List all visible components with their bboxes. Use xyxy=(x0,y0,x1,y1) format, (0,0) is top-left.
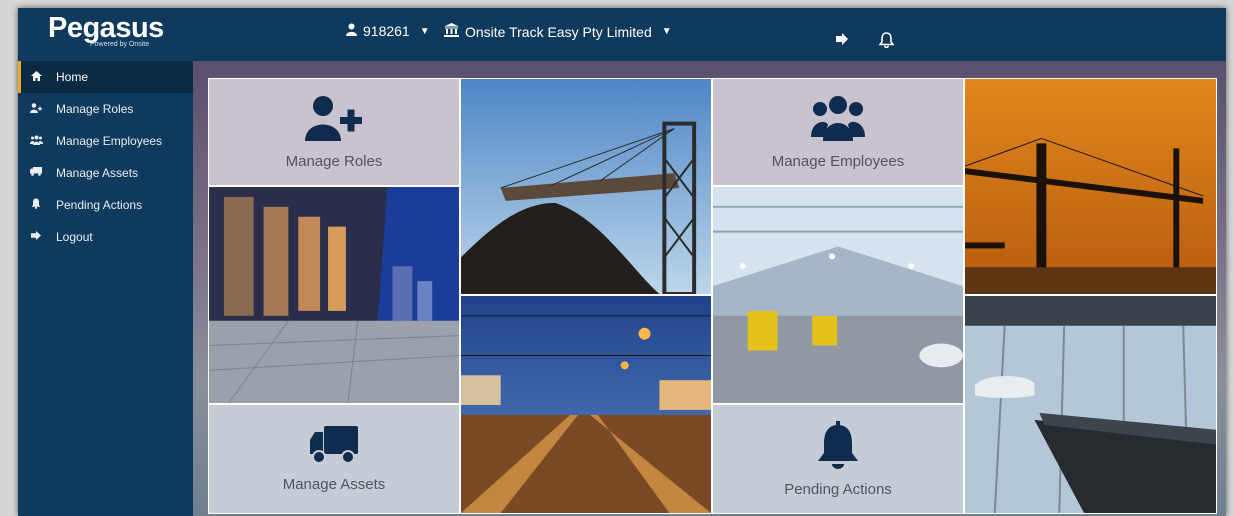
brand-tagline: Powered by Onsite xyxy=(90,41,150,48)
bell-icon xyxy=(30,198,42,212)
top-bar: Pegasus Powered by Onsite 918261 ▼ Onsit… xyxy=(18,8,1226,61)
user-menu[interactable]: 918261 ▼ xyxy=(346,23,430,39)
office-building-photo xyxy=(208,186,460,404)
users-icon xyxy=(30,135,43,148)
manage-employees-tile[interactable]: Manage Employees xyxy=(712,78,964,186)
sidebar: Home Manage Roles Manage Employees Manag… xyxy=(18,61,193,516)
bell-icon xyxy=(816,420,860,473)
truck-icon xyxy=(30,167,42,179)
user-id: 918261 xyxy=(363,23,410,39)
app-window: Pegasus Powered by Onsite 918261 ▼ Onsit… xyxy=(18,8,1226,516)
tile-label: Manage Employees xyxy=(771,152,905,170)
sidebar-item-label: Home xyxy=(56,70,89,84)
sidebar-item-pending-actions[interactable]: Pending Actions xyxy=(18,189,193,221)
tile-label: Manage Assets xyxy=(282,475,386,493)
sidebar-item-manage-employees[interactable]: Manage Employees xyxy=(18,125,193,157)
sidebar-item-label: Manage Assets xyxy=(56,166,139,180)
dashboard-area: Manage Roles Manage Employees Manage Ass… xyxy=(193,61,1226,516)
railway-photo xyxy=(460,295,712,514)
manage-roles-tile[interactable]: Manage Roles xyxy=(208,78,460,186)
sign-out-icon xyxy=(30,231,42,243)
organization-menu[interactable]: Onsite Track Easy Pty Limited ▼ xyxy=(444,23,672,40)
tile-label: Pending Actions xyxy=(784,480,892,498)
truck-icon xyxy=(310,425,358,468)
conveyor-photo xyxy=(460,78,712,295)
tile-label: Manage Roles xyxy=(285,152,383,170)
sign-out-icon[interactable] xyxy=(836,32,850,50)
warehouse-photo xyxy=(712,186,964,404)
sidebar-item-label: Manage Roles xyxy=(56,102,134,116)
cranes-photo xyxy=(964,78,1217,295)
bell-icon[interactable] xyxy=(878,32,895,53)
sidebar-item-label: Manage Employees xyxy=(56,134,163,148)
chevron-down-icon: ▼ xyxy=(661,26,672,37)
user-icon xyxy=(346,23,357,39)
sidebar-item-logout[interactable]: Logout xyxy=(18,221,193,253)
chevron-down-icon: ▼ xyxy=(419,25,430,37)
organization-name: Onsite Track Easy Pty Limited xyxy=(465,23,652,40)
pending-actions-tile[interactable]: Pending Actions xyxy=(712,404,964,514)
home-icon xyxy=(30,70,42,84)
sidebar-item-label: Pending Actions xyxy=(56,198,143,212)
manage-assets-tile[interactable]: Manage Assets xyxy=(208,404,460,514)
sidebar-item-manage-assets[interactable]: Manage Assets xyxy=(18,157,193,189)
airport-lounge-photo xyxy=(964,295,1217,514)
user-plus-icon xyxy=(30,102,42,116)
institution-icon xyxy=(444,23,459,40)
sidebar-item-manage-roles[interactable]: Manage Roles xyxy=(18,93,193,125)
sidebar-item-label: Logout xyxy=(56,230,93,244)
user-plus-icon xyxy=(305,95,363,145)
dashboard-tile-grid: Manage Roles Manage Employees Manage Ass… xyxy=(208,78,1217,514)
sidebar-item-home[interactable]: Home xyxy=(18,61,193,93)
users-icon xyxy=(811,95,865,145)
